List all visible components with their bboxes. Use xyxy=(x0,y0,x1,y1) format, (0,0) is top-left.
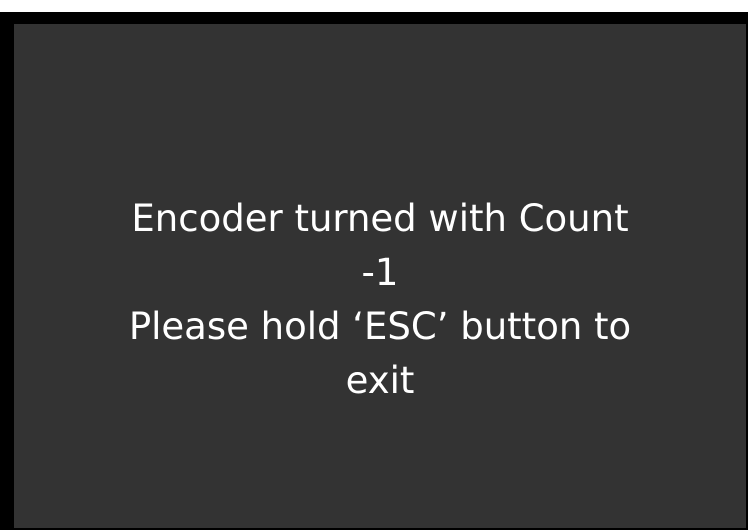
device-frame: Encoder turned with Count -1 Please hold… xyxy=(0,0,750,530)
message-line-encoder: Encoder turned with Count xyxy=(131,197,629,240)
display-screen: Encoder turned with Count -1 Please hold… xyxy=(14,24,746,528)
count-value: -1 xyxy=(361,251,399,294)
message-line-instruction: Please hold ‘ESC’ button to xyxy=(128,305,632,348)
message-line-exit: exit xyxy=(345,359,415,402)
status-message: Encoder turned with Count -1 Please hold… xyxy=(14,192,746,408)
